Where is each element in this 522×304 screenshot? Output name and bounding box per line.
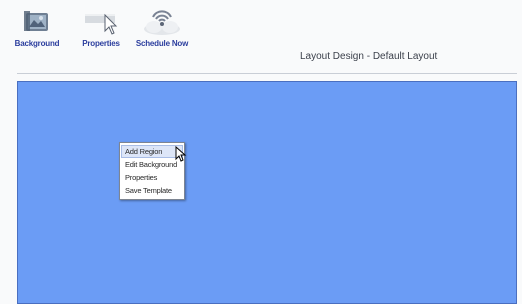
- schedule-now-button[interactable]: Schedule Now: [130, 3, 194, 51]
- layout-canvas[interactable]: [17, 81, 517, 304]
- mouse-pointer-icon: [175, 146, 187, 162]
- layout-designer-window: Background Properties Schedule Now Layou…: [0, 0, 522, 304]
- properties-icon: [85, 13, 118, 35]
- background-label: Background: [14, 39, 60, 48]
- background-button[interactable]: Background: [10, 3, 64, 51]
- toolbar: Background Properties Schedule Now: [0, 0, 522, 54]
- properties-label: Properties: [82, 39, 120, 48]
- properties-button[interactable]: Properties: [74, 3, 128, 51]
- schedule-now-icon: [144, 10, 180, 35]
- background-icon: [24, 11, 48, 31]
- schedule-now-label: Schedule Now: [135, 39, 189, 48]
- menu-item-save-template[interactable]: Save Template: [120, 184, 184, 197]
- page-title: Layout Design - Default Layout: [300, 51, 438, 62]
- menu-item-add-region[interactable]: Add Region: [121, 145, 183, 158]
- menu-item-properties[interactable]: Properties: [120, 171, 184, 184]
- title-divider: [17, 73, 517, 74]
